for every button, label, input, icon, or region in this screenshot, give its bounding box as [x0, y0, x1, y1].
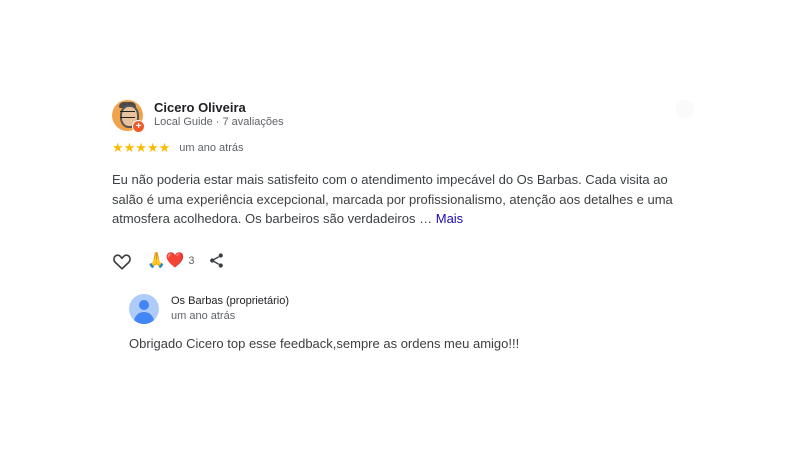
glasses-icon [120, 110, 135, 118]
owner-name: Os Barbas (proprietário) [171, 295, 289, 307]
rating-row: ★★★★★ um ano atrás [112, 141, 712, 155]
five-star-rating-icon: ★★★★★ [112, 140, 171, 155]
review-actions: 🙏❤️ 3 [112, 250, 712, 272]
local-guide-badge-icon: + [132, 119, 145, 133]
reviewer-meta[interactable]: Local Guide · 7 avaliações [154, 115, 284, 130]
reply-text: Obrigado Cicero top esse feedback,sempre… [129, 336, 520, 351]
owner-avatar-head [139, 300, 149, 310]
share-icon[interactable] [208, 252, 225, 269]
review-body: Eu não poderia estar mais satisfeito com… [112, 172, 673, 226]
reaction-summary[interactable]: 🙏❤️ 3 [147, 253, 194, 268]
reviewer-avatar[interactable]: + [112, 99, 145, 133]
review-time: um ano atrás [179, 142, 244, 154]
owner-avatar-body [134, 312, 154, 324]
review-card: + Cicero Oliveira Local Guide · 7 avalia… [112, 98, 712, 272]
owner-reply: Os Barbas (proprietário) um ano atrás Ob… [129, 294, 729, 353]
review-author-row: + Cicero Oliveira Local Guide · 7 avalia… [112, 98, 712, 133]
reaction-count: 3 [188, 254, 195, 267]
more-link[interactable]: Mais [436, 211, 463, 226]
review-text-block: Eu não poderia estar mais satisfeito com… [112, 170, 697, 229]
reply-time: um ano atrás [171, 310, 236, 322]
owner-reply-meta: Os Barbas (proprietário) um ano atrás [171, 294, 289, 324]
heart-outline-icon[interactable] [112, 252, 132, 270]
reviewer-name[interactable]: Cicero Oliveira [154, 100, 284, 115]
reviewer-details: Cicero Oliveira Local Guide · 7 avaliaçõ… [154, 100, 284, 130]
review-page: { "review": { "author": { "name": "Cicer… [0, 0, 800, 450]
reaction-emoji: 🙏❤️ [147, 252, 185, 269]
owner-reply-header: Os Barbas (proprietário) um ano atrás [129, 294, 729, 324]
owner-avatar-icon [129, 294, 159, 324]
